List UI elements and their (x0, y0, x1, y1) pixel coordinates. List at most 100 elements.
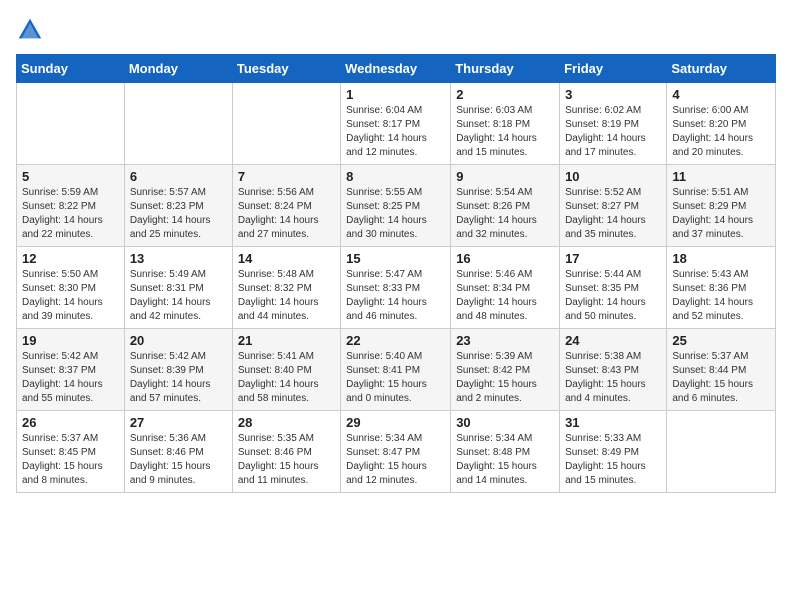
calendar-cell: 28Sunrise: 5:35 AM Sunset: 8:46 PM Dayli… (232, 411, 340, 493)
calendar-cell: 30 Sunrise: 5:34 AM Sunset: 8:48 PM Dayli… (451, 411, 560, 493)
day-info: Sunrise: 5:57 AM Sunset: 8:23 PM Dayligh… (130, 186, 227, 242)
day-number: 21 (238, 333, 335, 348)
day-info: Sunrise: 5:59 AM Sunset: 8:22 PM Dayligh… (22, 186, 119, 242)
week-row-4: 19 Sunrise: 5:42 AM Sunset: 8:37 PM Dayli… (17, 329, 776, 411)
calendar-cell: 16 Sunrise: 5:46 AM Sunset: 8:34 PM Dayli… (451, 247, 560, 329)
day-number: 19 (22, 333, 119, 348)
calendar-cell: 20Sunrise: 5:42 AM Sunset: 8:39 PM Dayli… (124, 329, 232, 411)
day-number: 1 (346, 87, 445, 102)
day-header-monday: Monday (124, 55, 232, 83)
calendar-cell: 15 Sunrise: 5:47 AM Sunset: 8:33 PM Dayli… (341, 247, 451, 329)
day-number: 2 (456, 87, 554, 102)
day-number: 3 (565, 87, 661, 102)
calendar-cell: 19 Sunrise: 5:42 AM Sunset: 8:37 PM Dayli… (17, 329, 125, 411)
day-info: Sunrise: 5:50 AM Sunset: 8:30 PM Dayligh… (22, 268, 119, 324)
day-info: Sunrise: 5:33 AM Sunset: 8:49 PM Dayligh… (565, 432, 661, 488)
day-number: 31 (565, 415, 661, 430)
day-info: Sunrise: 5:44 AM Sunset: 8:35 PM Dayligh… (565, 268, 661, 324)
day-number: 29 (346, 415, 445, 430)
day-number: 11 (672, 169, 770, 184)
day-number: 6 (130, 169, 227, 184)
week-row-2: 5 Sunrise: 5:59 AM Sunset: 8:22 PM Daylig… (17, 165, 776, 247)
day-number: 15 (346, 251, 445, 266)
calendar-cell: 4 Sunrise: 6:00 AM Sunset: 8:20 PM Daylig… (667, 83, 776, 165)
day-number: 18 (672, 251, 770, 266)
day-header-saturday: Saturday (667, 55, 776, 83)
day-number: 23 (456, 333, 554, 348)
day-number: 5 (22, 169, 119, 184)
day-info: Sunrise: 6:02 AM Sunset: 8:19 PM Dayligh… (565, 104, 661, 160)
calendar-cell: 18Sunrise: 5:43 AM Sunset: 8:36 PM Dayli… (667, 247, 776, 329)
day-info: Sunrise: 5:48 AM Sunset: 8:32 PM Dayligh… (238, 268, 335, 324)
day-info: Sunrise: 5:39 AM Sunset: 8:42 PM Dayligh… (456, 350, 554, 406)
day-number: 13 (130, 251, 227, 266)
day-info: Sunrise: 6:04 AM Sunset: 8:17 PM Dayligh… (346, 104, 445, 160)
calendar-cell: 6 Sunrise: 5:57 AM Sunset: 8:23 PM Daylig… (124, 165, 232, 247)
calendar-cell: 11 Sunrise: 5:51 AM Sunset: 8:29 PM Dayli… (667, 165, 776, 247)
calendar-table: SundayMondayTuesdayWednesdayThursdayFrid… (16, 54, 776, 493)
calendar-cell (667, 411, 776, 493)
week-row-5: 26Sunrise: 5:37 AM Sunset: 8:45 PM Dayli… (17, 411, 776, 493)
calendar-cell: 12 Sunrise: 5:50 AM Sunset: 8:30 PM Dayli… (17, 247, 125, 329)
calendar-cell: 24 Sunrise: 5:38 AM Sunset: 8:43 PM Dayli… (560, 329, 667, 411)
calendar-cell: 7 Sunrise: 5:56 AM Sunset: 8:24 PM Daylig… (232, 165, 340, 247)
calendar-cell: 5 Sunrise: 5:59 AM Sunset: 8:22 PM Daylig… (17, 165, 125, 247)
page-header (16, 16, 776, 44)
day-info: Sunrise: 5:42 AM Sunset: 8:39 PM Dayligh… (130, 350, 227, 406)
day-info: Sunrise: 5:41 AM Sunset: 8:40 PM Dayligh… (238, 350, 335, 406)
calendar-cell (232, 83, 340, 165)
day-info: Sunrise: 5:40 AM Sunset: 8:41 PM Dayligh… (346, 350, 445, 406)
calendar-cell: 31 Sunrise: 5:33 AM Sunset: 8:49 PM Dayli… (560, 411, 667, 493)
day-header-sunday: Sunday (17, 55, 125, 83)
day-info: Sunrise: 6:03 AM Sunset: 8:18 PM Dayligh… (456, 104, 554, 160)
day-header-thursday: Thursday (451, 55, 560, 83)
day-info: Sunrise: 5:49 AM Sunset: 8:31 PM Dayligh… (130, 268, 227, 324)
day-info: Sunrise: 5:47 AM Sunset: 8:33 PM Dayligh… (346, 268, 445, 324)
day-info: Sunrise: 5:36 AM Sunset: 8:46 PM Dayligh… (130, 432, 227, 488)
day-info: Sunrise: 5:34 AM Sunset: 8:48 PM Dayligh… (456, 432, 554, 488)
day-info: Sunrise: 5:51 AM Sunset: 8:29 PM Dayligh… (672, 186, 770, 242)
day-info: Sunrise: 5:38 AM Sunset: 8:43 PM Dayligh… (565, 350, 661, 406)
calendar-cell: 3 Sunrise: 6:02 AM Sunset: 8:19 PM Daylig… (560, 83, 667, 165)
day-number: 24 (565, 333, 661, 348)
calendar-cell: 10Sunrise: 5:52 AM Sunset: 8:27 PM Dayli… (560, 165, 667, 247)
day-number: 12 (22, 251, 119, 266)
day-number: 7 (238, 169, 335, 184)
calendar-cell: 14 Sunrise: 5:48 AM Sunset: 8:32 PM Dayli… (232, 247, 340, 329)
day-number: 26 (22, 415, 119, 430)
calendar-cell: 26Sunrise: 5:37 AM Sunset: 8:45 PM Dayli… (17, 411, 125, 493)
calendar-cell: 27 Sunrise: 5:36 AM Sunset: 8:46 PM Dayli… (124, 411, 232, 493)
day-number: 27 (130, 415, 227, 430)
day-number: 8 (346, 169, 445, 184)
days-header-row: SundayMondayTuesdayWednesdayThursdayFrid… (17, 55, 776, 83)
calendar-cell: 25Sunrise: 5:37 AM Sunset: 8:44 PM Dayli… (667, 329, 776, 411)
calendar-cell: 17Sunrise: 5:44 AM Sunset: 8:35 PM Dayli… (560, 247, 667, 329)
week-row-1: 1 Sunrise: 6:04 AM Sunset: 8:17 PM Daylig… (17, 83, 776, 165)
logo-icon (16, 16, 44, 44)
day-info: Sunrise: 5:56 AM Sunset: 8:24 PM Dayligh… (238, 186, 335, 242)
day-info: Sunrise: 5:42 AM Sunset: 8:37 PM Dayligh… (22, 350, 119, 406)
day-info: Sunrise: 5:37 AM Sunset: 8:44 PM Dayligh… (672, 350, 770, 406)
day-number: 28 (238, 415, 335, 430)
week-row-3: 12 Sunrise: 5:50 AM Sunset: 8:30 PM Dayli… (17, 247, 776, 329)
calendar-cell: 9Sunrise: 5:54 AM Sunset: 8:26 PM Daylig… (451, 165, 560, 247)
day-number: 30 (456, 415, 554, 430)
calendar-cell: 1 Sunrise: 6:04 AM Sunset: 8:17 PM Daylig… (341, 83, 451, 165)
calendar-cell (17, 83, 125, 165)
day-number: 22 (346, 333, 445, 348)
calendar-cell: 29Sunrise: 5:34 AM Sunset: 8:47 PM Dayli… (341, 411, 451, 493)
day-header-friday: Friday (560, 55, 667, 83)
day-info: Sunrise: 6:00 AM Sunset: 8:20 PM Dayligh… (672, 104, 770, 160)
day-number: 4 (672, 87, 770, 102)
day-info: Sunrise: 5:52 AM Sunset: 8:27 PM Dayligh… (565, 186, 661, 242)
calendar-cell (124, 83, 232, 165)
day-info: Sunrise: 5:55 AM Sunset: 8:25 PM Dayligh… (346, 186, 445, 242)
calendar-cell: 13 Sunrise: 5:49 AM Sunset: 8:31 PM Dayli… (124, 247, 232, 329)
calendar-cell: 8 Sunrise: 5:55 AM Sunset: 8:25 PM Daylig… (341, 165, 451, 247)
calendar-cell: 22 Sunrise: 5:40 AM Sunset: 8:41 PM Dayli… (341, 329, 451, 411)
day-info: Sunrise: 5:46 AM Sunset: 8:34 PM Dayligh… (456, 268, 554, 324)
day-number: 14 (238, 251, 335, 266)
day-number: 16 (456, 251, 554, 266)
day-info: Sunrise: 5:54 AM Sunset: 8:26 PM Dayligh… (456, 186, 554, 242)
logo (16, 16, 48, 44)
